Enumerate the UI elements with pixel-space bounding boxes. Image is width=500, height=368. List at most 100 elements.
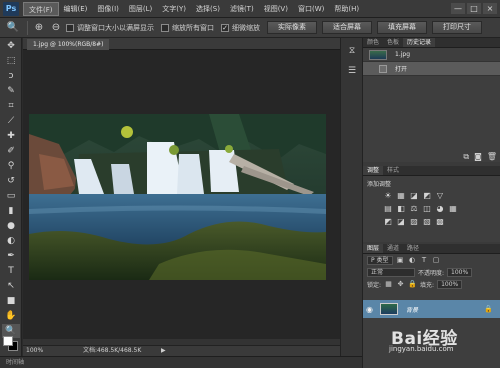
- menu-filter[interactable]: 滤镜(T): [225, 2, 259, 16]
- brush-tool-icon[interactable]: ✐: [2, 144, 20, 158]
- levels-icon[interactable]: ▦: [396, 191, 406, 201]
- path-select-tool-icon[interactable]: ↖: [2, 279, 20, 293]
- menu-view[interactable]: 视图(V): [259, 2, 293, 16]
- zoom-level[interactable]: 100%: [26, 346, 43, 356]
- properties-panel-icon[interactable]: ☰: [344, 64, 360, 78]
- brightness-icon[interactable]: ☀: [383, 191, 393, 201]
- fill-screen-button[interactable]: 填充屏幕: [377, 21, 427, 34]
- color-lookup-icon[interactable]: ▦: [448, 204, 458, 214]
- lock-all-icon[interactable]: 🔒: [408, 280, 417, 288]
- color-balance-icon[interactable]: ◧: [396, 204, 406, 214]
- type-filter-icon[interactable]: T: [420, 256, 429, 264]
- menu-edit[interactable]: 编辑(E): [59, 2, 93, 16]
- tab-color[interactable]: 颜色: [363, 38, 383, 47]
- checkbox-box-checked[interactable]: ✓: [221, 23, 229, 32]
- threshold-icon[interactable]: ▨: [409, 217, 419, 227]
- lock-position-icon[interactable]: ✥: [396, 280, 405, 288]
- opacity-input[interactable]: 100%: [447, 267, 473, 277]
- marquee-tool-icon[interactable]: ⬚: [2, 54, 20, 68]
- posterize-icon[interactable]: ◪: [396, 217, 406, 227]
- new-document-icon[interactable]: ⧉: [463, 151, 469, 162]
- photo-filter-icon[interactable]: ◫: [422, 204, 432, 214]
- menu-bar: Ps 文件(F) 编辑(E) 图像(I) 图层(L) 文字(Y) 选择(S) 滤…: [0, 0, 500, 18]
- color-swatches[interactable]: [3, 336, 19, 352]
- eyedropper-tool-icon[interactable]: ⟋: [2, 114, 20, 128]
- zoom-out-icon[interactable]: ⊖: [49, 21, 63, 35]
- layer-row-background[interactable]: ◉ 背景 🔒: [363, 300, 500, 318]
- vibrance-icon[interactable]: ▽: [435, 191, 445, 201]
- lock-pixels-icon[interactable]: ▦: [384, 280, 393, 288]
- blend-mode-select[interactable]: 正常: [367, 267, 415, 277]
- scrubby-zoom-checkbox[interactable]: ✓ 细微缩放: [221, 23, 260, 33]
- menu-image[interactable]: 图像(I): [92, 2, 124, 16]
- tab-history[interactable]: 历史记录: [403, 38, 436, 47]
- history-step-open[interactable]: 打开: [363, 62, 500, 76]
- close-button[interactable]: ×: [483, 3, 497, 14]
- image-canvas[interactable]: [29, 114, 326, 280]
- minimize-button[interactable]: —: [451, 3, 465, 14]
- status-menu-arrow-icon[interactable]: ▶: [161, 346, 166, 356]
- tab-adjustments[interactable]: 调整: [363, 166, 384, 175]
- tab-channels[interactable]: 通道: [383, 244, 403, 253]
- menu-help[interactable]: 帮助(H): [329, 2, 364, 16]
- hue-saturation-icon[interactable]: ▤: [383, 204, 393, 214]
- selective-color-icon[interactable]: ▩: [435, 217, 445, 227]
- dodge-tool-icon[interactable]: ◐: [2, 234, 20, 248]
- menu-type[interactable]: 文字(Y): [157, 2, 191, 16]
- fit-screen-button[interactable]: 适合屏幕: [322, 21, 372, 34]
- crop-tool-icon[interactable]: ⌗: [2, 99, 20, 113]
- menu-select[interactable]: 选择(S): [191, 2, 225, 16]
- trash-icon[interactable]: 🗑: [487, 151, 497, 162]
- gradient-tool-icon[interactable]: ▮: [2, 204, 20, 218]
- fill-input[interactable]: 100%: [437, 279, 463, 289]
- curves-icon[interactable]: ◪: [409, 191, 419, 201]
- type-tool-icon[interactable]: T: [2, 264, 20, 278]
- print-size-button[interactable]: 打印尺寸: [432, 21, 482, 34]
- pixel-filter-icon[interactable]: ▣: [396, 256, 405, 264]
- hand-tool-icon[interactable]: ✋: [2, 309, 20, 323]
- options-bar: 🔍 ⊕ ⊖ 调整窗口大小以满屏显示 缩放所有窗口 ✓ 细微缩放 实际像素 适合屏…: [0, 18, 500, 38]
- black-white-icon[interactable]: ⚖: [409, 204, 419, 214]
- exposure-icon[interactable]: ◩: [422, 191, 432, 201]
- visibility-eye-icon[interactable]: ◉: [366, 305, 376, 314]
- history-panel-icon[interactable]: ⧖: [344, 44, 360, 58]
- actual-pixels-button[interactable]: 实际像素: [267, 21, 317, 34]
- tab-paths[interactable]: 路径: [403, 244, 423, 253]
- history-brush-tool-icon[interactable]: ↺: [2, 174, 20, 188]
- menu-window[interactable]: 窗口(W): [293, 2, 329, 16]
- lasso-tool-icon[interactable]: ↄ: [2, 69, 20, 83]
- zoom-tool-icon[interactable]: 🔍: [6, 21, 20, 35]
- camera-icon[interactable]: ◙: [474, 151, 482, 162]
- baidu-watermark: Bai经验 jingyan.baidu.com: [367, 320, 487, 356]
- resize-windows-checkbox[interactable]: 调整窗口大小以满屏显示: [66, 23, 154, 33]
- tab-styles[interactable]: 样式: [383, 166, 403, 175]
- quick-select-tool-icon[interactable]: ✎: [2, 84, 20, 98]
- eraser-tool-icon[interactable]: ▭: [2, 189, 20, 203]
- tab-swatches[interactable]: 色板: [383, 38, 403, 47]
- checkbox-box[interactable]: [66, 23, 74, 32]
- menu-layer[interactable]: 图层(L): [124, 2, 157, 16]
- timeline-bar: 时间轴: [0, 356, 362, 368]
- gradient-map-icon[interactable]: ▧: [422, 217, 432, 227]
- healing-brush-tool-icon[interactable]: ✚: [2, 129, 20, 143]
- shape-filter-icon[interactable]: ▢: [432, 256, 441, 264]
- timeline-label[interactable]: 时间轴: [6, 359, 24, 366]
- adjustment-filter-icon[interactable]: ◐: [408, 256, 417, 264]
- foreground-color-swatch[interactable]: [3, 336, 13, 346]
- shape-tool-icon[interactable]: ■: [2, 294, 20, 308]
- menu-file[interactable]: 文件(F): [23, 1, 59, 16]
- document-tab[interactable]: 1.jpg @ 100%(RGB/8#): [27, 39, 110, 50]
- invert-icon[interactable]: ◩: [383, 217, 393, 227]
- maximize-button[interactable]: □: [467, 3, 481, 14]
- blur-tool-icon[interactable]: ●: [2, 219, 20, 233]
- tab-layers[interactable]: 图层: [363, 244, 384, 253]
- zoom-all-windows-checkbox[interactable]: 缩放所有窗口: [161, 23, 214, 33]
- clone-stamp-tool-icon[interactable]: ⚲: [2, 159, 20, 173]
- history-snapshot[interactable]: 1.jpg: [363, 48, 500, 62]
- channel-mixer-icon[interactable]: ◕: [435, 204, 445, 214]
- layer-kind-select[interactable]: P 类型: [367, 255, 393, 265]
- zoom-in-icon[interactable]: ⊕: [32, 21, 46, 35]
- pen-tool-icon[interactable]: ✒: [2, 249, 20, 263]
- checkbox-box[interactable]: [161, 23, 169, 32]
- move-tool-icon[interactable]: ✥: [2, 39, 20, 53]
